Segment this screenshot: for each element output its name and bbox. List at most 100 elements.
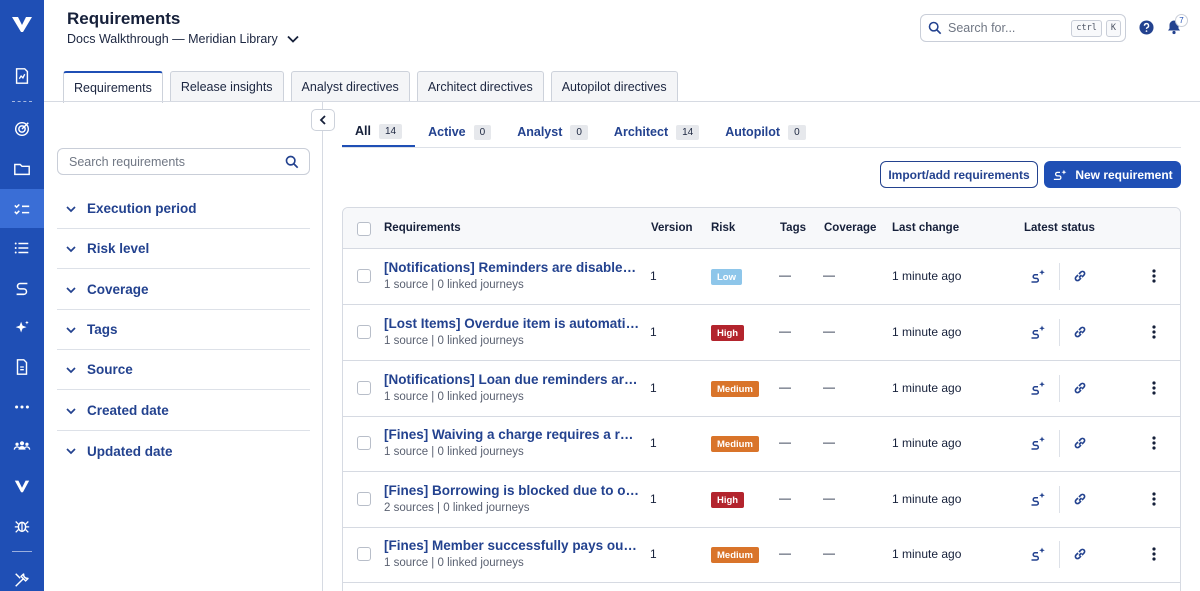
column-version[interactable]: Version xyxy=(651,222,693,234)
more-vertical-icon[interactable] xyxy=(1147,435,1161,451)
logo-icon[interactable] xyxy=(0,4,44,44)
collapse-filters-button[interactable] xyxy=(311,109,335,131)
tab-requirements[interactable]: Requirements xyxy=(63,71,163,103)
requirement-title-link[interactable]: [Notifications] Loan due reminders are .… xyxy=(384,372,640,387)
column-risk[interactable]: Risk xyxy=(711,222,735,234)
row-checkbox[interactable] xyxy=(357,436,371,450)
more-vertical-icon[interactable] xyxy=(1147,491,1161,507)
link-icon[interactable] xyxy=(1072,546,1088,562)
target-icon[interactable] xyxy=(0,110,44,148)
facet-execution-period[interactable]: Execution period xyxy=(57,189,310,229)
version-value: 1 xyxy=(650,547,657,561)
column-last-change[interactable]: Last change xyxy=(892,222,959,234)
requirement-title-link[interactable]: [Fines] Borrowing is blocked due to out.… xyxy=(384,483,640,498)
risk-badge: High xyxy=(711,325,745,341)
more-vertical-icon[interactable] xyxy=(1147,268,1161,284)
coverage-value: — xyxy=(823,491,835,505)
report-icon[interactable] xyxy=(0,57,44,95)
chevron-down-icon xyxy=(66,366,76,373)
requirement-title-link[interactable]: [Notifications] Reminders are disabled .… xyxy=(384,260,640,275)
table-row[interactable]: [Notifications] Loan due reminders are .… xyxy=(343,361,1180,417)
project-name: Docs Walkthrough — Meridian Library xyxy=(67,32,278,46)
tab-release-insights[interactable]: Release insights xyxy=(169,71,284,102)
facet-created-date[interactable]: Created date xyxy=(57,391,310,431)
column-latest-status[interactable]: Latest status xyxy=(1024,222,1095,234)
facet-coverage[interactable]: Coverage xyxy=(57,270,310,310)
link-icon[interactable] xyxy=(1072,491,1088,507)
import-requirements-button[interactable]: Import/add requirements xyxy=(880,161,1038,188)
last-change-value: 1 minute ago xyxy=(892,269,962,283)
column-requirements[interactable]: Requirements xyxy=(384,222,461,234)
sparkle-flow-icon[interactable] xyxy=(1030,435,1046,451)
more-icon[interactable] xyxy=(0,388,44,426)
last-change-value: 1 minute ago xyxy=(892,325,962,339)
tab-autopilot-directives[interactable]: Autopilot directives xyxy=(550,71,678,102)
column-tags[interactable]: Tags xyxy=(780,222,806,234)
global-search-input[interactable]: Search for... ctrl K xyxy=(920,14,1126,42)
coverage-value: — xyxy=(823,435,835,449)
row-checkbox[interactable] xyxy=(357,381,371,395)
subtab-autopilot[interactable]: Autopilot 0 xyxy=(712,117,818,147)
facet-updated-date[interactable]: Updated date xyxy=(57,431,310,471)
more-vertical-icon[interactable] xyxy=(1147,380,1161,396)
rail-divider xyxy=(12,101,32,102)
coverage-value: — xyxy=(823,380,835,394)
subtab-active[interactable]: Active 0 xyxy=(415,117,504,147)
requirement-meta: 1 source | 0 linked journeys xyxy=(384,391,524,403)
main-tabs: Requirements Release insights Analyst di… xyxy=(63,71,678,103)
project-selector[interactable]: Docs Walkthrough — Meridian Library xyxy=(67,32,300,46)
requirement-title-link[interactable]: [Fines] Member successfully pays outs... xyxy=(384,538,640,553)
requirement-meta: 1 source | 0 linked journeys xyxy=(384,446,524,458)
column-coverage[interactable]: Coverage xyxy=(824,222,876,234)
facet-source[interactable]: Source xyxy=(57,350,310,390)
row-checkbox[interactable] xyxy=(357,547,371,561)
row-checkbox[interactable] xyxy=(357,325,371,339)
tab-analyst-directives[interactable]: Analyst directives xyxy=(290,71,410,102)
facet-risk-level[interactable]: Risk level xyxy=(57,229,310,269)
table-row[interactable]: [Lost Items] Overdue item is automatic..… xyxy=(343,305,1180,361)
sparkle-flow-icon[interactable] xyxy=(1030,546,1046,562)
requirements-search-input[interactable]: Search requirements xyxy=(57,148,310,175)
table-row[interactable]: [Fines] Member successfully pays outs...… xyxy=(343,527,1180,583)
checklist-icon[interactable] xyxy=(0,189,44,228)
requirement-title-link[interactable]: [Fines] Waiving a charge requires a rea.… xyxy=(384,427,640,442)
tab-architect-directives[interactable]: Architect directives xyxy=(416,71,544,102)
select-all-checkbox[interactable] xyxy=(357,222,371,236)
row-checkbox[interactable] xyxy=(357,492,371,506)
subtab-all[interactable]: All 14 xyxy=(342,117,416,147)
flow-icon[interactable] xyxy=(0,269,44,307)
sparkle-flow-icon[interactable] xyxy=(1030,324,1046,340)
row-checkbox[interactable] xyxy=(357,269,371,283)
table-row[interactable]: [Notifications] Reminders are disabled .… xyxy=(343,249,1180,305)
team-icon[interactable] xyxy=(0,427,44,465)
chevron-down-icon xyxy=(66,245,76,252)
link-icon[interactable] xyxy=(1072,435,1088,451)
coverage-value: — xyxy=(823,268,835,282)
subtab-architect[interactable]: Architect 14 xyxy=(601,117,712,147)
new-requirement-button[interactable]: New requirement xyxy=(1044,161,1181,188)
coverage-value: — xyxy=(823,324,835,338)
brand-icon[interactable] xyxy=(0,467,44,505)
link-icon[interactable] xyxy=(1072,268,1088,284)
help-icon[interactable] xyxy=(1139,20,1154,35)
sparkle-icon[interactable] xyxy=(0,309,44,347)
link-icon[interactable] xyxy=(1072,324,1088,340)
more-vertical-icon[interactable] xyxy=(1147,546,1161,562)
more-vertical-icon[interactable] xyxy=(1147,324,1161,340)
sparkle-flow-icon[interactable] xyxy=(1030,268,1046,284)
bug-icon[interactable] xyxy=(0,507,44,545)
subtab-analyst[interactable]: Analyst 0 xyxy=(504,117,601,147)
table-row[interactable]: [Fines] Borrowing is blocked due to out.… xyxy=(343,472,1180,528)
chevron-down-icon xyxy=(66,326,76,333)
link-icon[interactable] xyxy=(1072,380,1088,396)
sparkle-flow-icon[interactable] xyxy=(1030,491,1046,507)
requirement-title-link[interactable]: [Lost Items] Overdue item is automatic..… xyxy=(384,316,640,331)
list-icon[interactable] xyxy=(0,229,44,267)
table-row[interactable]: [Fines] Waiving a charge requires a rea.… xyxy=(343,416,1180,472)
document-icon[interactable] xyxy=(0,348,44,386)
sparkle-flow-icon[interactable] xyxy=(1030,380,1046,396)
folder-icon[interactable] xyxy=(0,150,44,188)
tools-icon[interactable] xyxy=(0,561,44,591)
requirement-meta: 1 source | 0 linked journeys xyxy=(384,279,524,291)
facet-tags[interactable]: Tags xyxy=(57,310,310,350)
